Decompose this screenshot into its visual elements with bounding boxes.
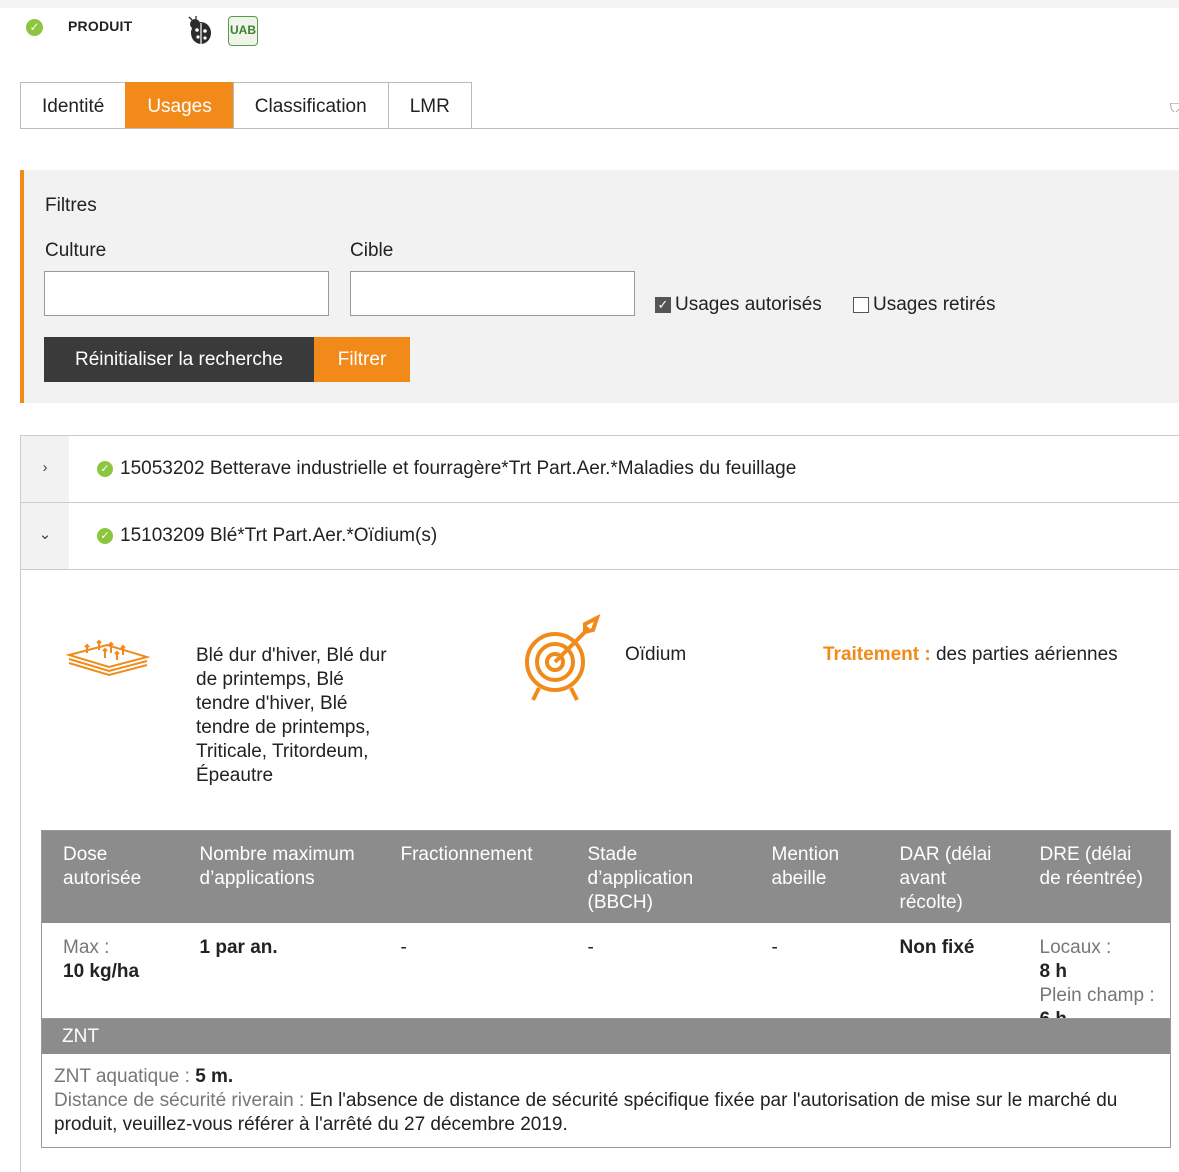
znt-panel: ZNT ZNT aquatique : 5 m. Distance de séc… [41,1018,1171,1148]
check-icon: ✓ [26,19,43,36]
cible-label: Cible [350,240,394,261]
usage-list: › ✓ 15053202 Betterave industrielle et f… [20,435,1179,1172]
checkbox-checked-icon[interactable]: ✓ [655,297,671,313]
chevron-right-icon[interactable]: › [21,436,69,502]
usage-detail: Blé dur d'hiver, Blé dur de printemps, B… [21,570,1179,1172]
usage-title-text: 15053202 Betterave industrielle et fourr… [120,458,797,479]
check-icon: ✓ [97,461,113,477]
table-header: Mention abeille [750,830,879,923]
dose-prefix: Max : [63,937,110,958]
dre-champ-label: Plein champ : [1039,985,1155,1006]
authorized-checkbox[interactable]: ✓ Usages autorisés [655,294,822,316]
treatment-value: des parties aériennes [935,644,1118,665]
uab-logo-icon: UAB [228,16,258,46]
withdrawn-label: Usages retirés [873,294,996,315]
authorized-label: Usages autorisés [675,294,822,315]
reset-search-button[interactable]: Réinitialiser la recherche [44,337,314,382]
filter-button[interactable]: Filtrer [314,337,410,382]
tab-bar: Identité Usages Classification LMR [20,82,472,129]
filter-icon[interactable]: ⛉ [1170,100,1179,112]
dre-locaux-value: 8 h [1039,961,1067,982]
znt-aquatic-line: ZNT aquatique : 5 m. [54,1065,1158,1089]
culture-input[interactable] [44,271,329,316]
cible-input[interactable] [350,271,635,316]
tab-identite[interactable]: Identité [20,82,126,129]
target-name: Oïdium [625,644,687,665]
withdrawn-checkbox[interactable]: Usages retirés [853,294,996,316]
usage-title[interactable]: ✓ 15053202 Betterave industrielle et fou… [97,458,796,480]
ladybug-icon [188,16,211,44]
top-strip [0,0,1179,8]
filters-title: Filtres [45,195,97,216]
tab-usages[interactable]: Usages [125,82,233,129]
product-header: ✓ PRODUIT UAB [0,8,1179,53]
chevron-down-icon[interactable]: ⌄ [21,503,69,569]
treatment-label: Traitement : [823,644,931,665]
target-icon [525,614,601,701]
usage-row[interactable]: › ✓ 15053202 Betterave industrielle et f… [21,436,1179,503]
table-header: DAR (délai avant récolte) [878,830,1019,923]
table-header: Fractionnement [379,830,567,923]
dre-locaux-label: Locaux : [1039,937,1112,958]
check-icon: ✓ [97,528,113,544]
usage-title-text: 15103209 Blé*Trt Part.Aer.*Oïdium(s) [120,525,438,546]
tab-lmr[interactable]: LMR [387,82,472,129]
filters-panel: Filtres Culture Cible ✓ Usages autorisés… [20,170,1179,403]
crop-list: Blé dur d'hiver, Blé dur de printemps, B… [196,645,387,786]
checkbox-empty-icon[interactable] [853,297,869,313]
table-header-row: Dose autorisée Nombre maximum d’applicat… [41,830,1171,923]
usage-title[interactable]: ✓ 15103209 Blé*Trt Part.Aer.*Oïdium(s) [97,525,437,547]
tab-classification[interactable]: Classification [232,82,388,129]
treatment-info: Traitement : des parties aériennes [823,644,1118,666]
dose-table: Dose autorisée Nombre maximum d’applicat… [41,830,1171,1043]
table-header: Nombre maximum d’applications [178,830,380,923]
znt-body: ZNT aquatique : 5 m. Distance de sécurit… [42,1054,1170,1137]
dose-value: 10 kg/ha [63,961,140,982]
table-header: Stade d’application (BBCH) [566,830,751,923]
table-header: Dose autorisée [41,830,179,923]
product-label: PRODUIT [68,18,133,34]
usage-row[interactable]: ⌄ ✓ 15103209 Blé*Trt Part.Aer.*Oïdium(s) [21,503,1179,570]
znt-title: ZNT [42,1019,1170,1054]
table-header: DRE (délai de réentrée) [1018,830,1171,923]
crop-field-icon [65,639,151,677]
znt-aquatic-value: 5 m. [195,1066,234,1087]
znt-riverain-line: Distance de sécurité riverain : En l'abs… [54,1089,1158,1137]
znt-riverain-label: Distance de sécurité riverain : [54,1090,305,1111]
znt-aquatic-label: ZNT aquatique : [54,1066,190,1087]
culture-label: Culture [45,240,107,261]
tab-divider [20,128,1179,129]
